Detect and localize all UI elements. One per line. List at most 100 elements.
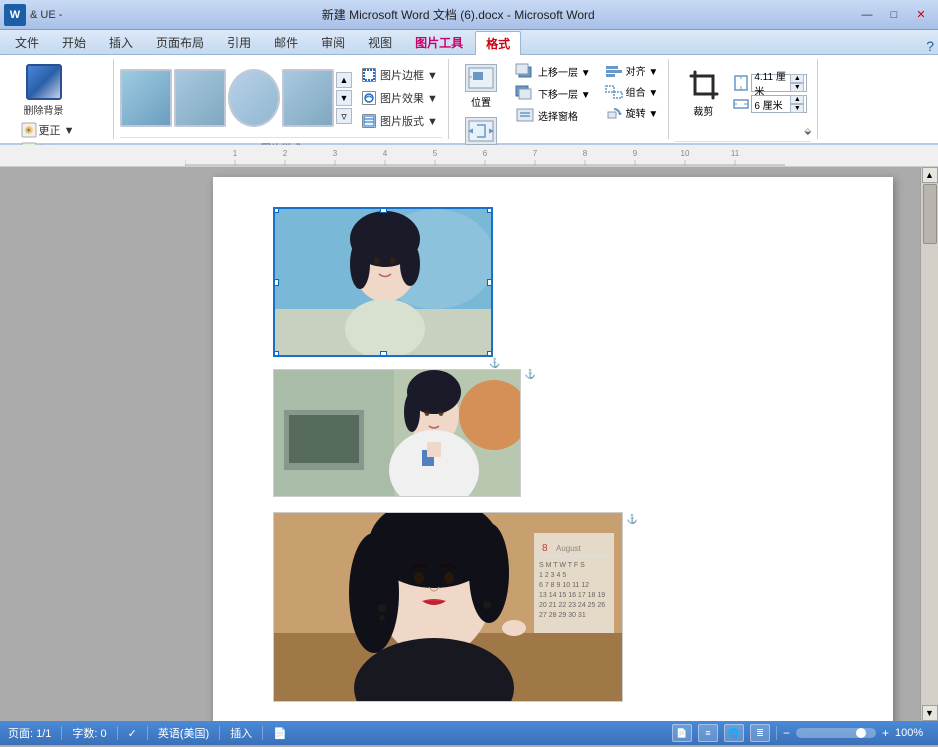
style-thumb-3[interactable] <box>228 69 280 127</box>
tab-picture-tools[interactable]: 图片工具 <box>404 30 474 54</box>
svg-text:9: 9 <box>633 149 638 158</box>
zoom-thumb <box>856 728 866 738</box>
height-input[interactable]: 4.11 厘米 ▲ ▼ <box>751 74 807 92</box>
ruler-markings: 123 456 789 1011 <box>185 146 785 166</box>
minimize-button[interactable]: — <box>854 5 880 25</box>
style-thumb-4[interactable] <box>282 69 334 127</box>
handle-bl[interactable] <box>273 351 279 357</box>
scroll-thumb[interactable] <box>923 184 937 244</box>
word-logo: W <box>4 4 26 26</box>
svg-text:1: 1 <box>233 149 238 158</box>
crop-button[interactable]: 裁剪 <box>679 65 727 122</box>
handle-mr[interactable] <box>487 279 493 286</box>
zoom-in-button[interactable]: + <box>882 726 889 740</box>
height-icon <box>733 75 749 91</box>
scroll-up-button[interactable]: ▲ <box>922 167 938 183</box>
status-divider-2 <box>117 726 118 740</box>
scroll-down-button[interactable]: ▼ <box>922 705 938 721</box>
view-web-button[interactable]: 🌐 <box>724 724 744 742</box>
image-2[interactable] <box>273 369 521 497</box>
select-pane-icon <box>515 107 535 123</box>
help-button[interactable]: ? <box>926 38 934 54</box>
handle-tl[interactable] <box>273 207 279 213</box>
style-thumb-2[interactable] <box>174 69 226 127</box>
handle-br[interactable] <box>487 351 493 357</box>
group-button[interactable]: 组合 ▼ <box>601 82 663 101</box>
image-3[interactable]: 8 August S M T W T F S 1 2 3 4 5 6 7 8 9… <box>273 512 623 702</box>
group-icon <box>605 85 623 99</box>
picture-border-button[interactable]: 图片边框 ▼ <box>358 65 442 85</box>
tab-references[interactable]: 引用 <box>216 30 262 54</box>
handle-tm[interactable] <box>380 207 387 213</box>
width-spin-up[interactable]: ▲ <box>790 95 804 104</box>
zoom-slider[interactable] <box>796 728 876 738</box>
picture-layout-button[interactable]: 图片版式 ▼ <box>358 111 442 131</box>
picture-styles-gallery <box>120 69 334 127</box>
image-1-anchor: ⚓ <box>489 358 500 369</box>
align-button[interactable]: 对齐 ▼ <box>601 61 663 80</box>
handle-ml[interactable] <box>273 279 279 286</box>
tab-view[interactable]: 视图 <box>357 30 403 54</box>
svg-text:2: 2 <box>283 149 288 158</box>
titlebar-left: W & UE - <box>4 4 62 26</box>
page-container[interactable]: → <box>185 167 920 721</box>
crop-icon <box>687 69 719 101</box>
page-indicator: 页面: 1/1 <box>8 725 51 741</box>
document-image-2[interactable]: ⚓ <box>273 369 833 500</box>
picture-effects-button[interactable]: 图片效果 ▼ <box>358 88 442 108</box>
height-spin-down[interactable]: ▼ <box>790 83 804 92</box>
maximize-button[interactable]: □ <box>881 5 907 25</box>
correction-button[interactable]: ☀ 更正 ▼ <box>18 121 100 139</box>
svg-text:8: 8 <box>542 543 548 554</box>
remove-background-button[interactable]: 删除背景 <box>18 61 70 120</box>
width-spin-down[interactable]: ▼ <box>790 104 804 113</box>
zoom-out-button[interactable]: − <box>783 726 790 740</box>
svg-text:5: 5 <box>433 149 438 158</box>
tab-home[interactable]: 开始 <box>51 30 97 54</box>
rotate-icon <box>605 106 623 120</box>
close-button[interactable]: ✕ <box>908 5 934 25</box>
document-image-1[interactable]: ⚓ <box>273 207 493 357</box>
handle-bm[interactable] <box>380 351 387 357</box>
spell-check-icon[interactable]: ✓ <box>128 727 137 740</box>
titlebar: W & UE - 新建 Microsoft Word 文档 (6).docx -… <box>0 0 938 30</box>
rotate-button[interactable]: 旋转 ▼ <box>601 103 663 122</box>
tab-mailings[interactable]: 邮件 <box>263 30 309 54</box>
picture-layout-icon <box>362 114 376 128</box>
position-button[interactable]: 位置 <box>459 61 503 112</box>
group-size-expand[interactable]: ⬙ <box>804 126 811 137</box>
style-thumb-1[interactable] <box>120 69 172 127</box>
move-backward-button[interactable]: 下移一层 ▼ <box>511 83 595 103</box>
tab-format[interactable]: 格式 <box>475 31 521 55</box>
svg-text:3: 3 <box>333 149 338 158</box>
image-2-content <box>274 370 521 497</box>
zoom-level[interactable]: 100% <box>895 727 930 739</box>
style-scroll-expand[interactable]: ▿ <box>336 108 352 124</box>
scroll-track[interactable] <box>922 183 938 705</box>
group-size: 裁剪 4.11 厘米 ▲ ▼ <box>669 59 818 139</box>
svg-text:1 2 3 4 5: 1 2 3 4 5 <box>539 572 566 579</box>
view-print-button[interactable]: 📄 <box>672 724 692 742</box>
height-spin-up[interactable]: ▲ <box>790 74 804 83</box>
width-input[interactable]: 6 厘米 ▲ ▼ <box>751 95 807 113</box>
tab-file[interactable]: 文件 <box>4 30 50 54</box>
remove-bg-icon <box>26 64 62 100</box>
tab-insert[interactable]: 插入 <box>98 30 144 54</box>
style-scroll-down[interactable]: ▼ <box>336 90 352 106</box>
document-image-3[interactable]: 8 August S M T W T F S 1 2 3 4 5 6 7 8 9… <box>273 512 833 705</box>
view-outline-button[interactable]: ≣ <box>750 724 770 742</box>
status-divider-1 <box>61 726 62 740</box>
group-arrange: 位置 自动换行 上移一层 ▼ <box>449 59 669 139</box>
tab-layout[interactable]: 页面布局 <box>145 30 215 54</box>
handle-tr[interactable] <box>487 207 493 213</box>
style-scroll-up[interactable]: ▲ <box>336 72 352 88</box>
language[interactable]: 英语(美国) <box>158 725 209 741</box>
view-reading-button[interactable]: ≡ <box>698 724 718 742</box>
insert-mode[interactable]: 插入 <box>230 725 252 741</box>
image-3-anchor: ⚓ <box>627 514 638 525</box>
svg-text:7: 7 <box>533 149 538 158</box>
tab-review[interactable]: 审阅 <box>310 30 356 54</box>
move-forward-button[interactable]: 上移一层 ▼ <box>511 61 595 81</box>
select-pane-button[interactable]: 选择窗格 <box>511 105 595 125</box>
image-1[interactable] <box>273 207 493 357</box>
